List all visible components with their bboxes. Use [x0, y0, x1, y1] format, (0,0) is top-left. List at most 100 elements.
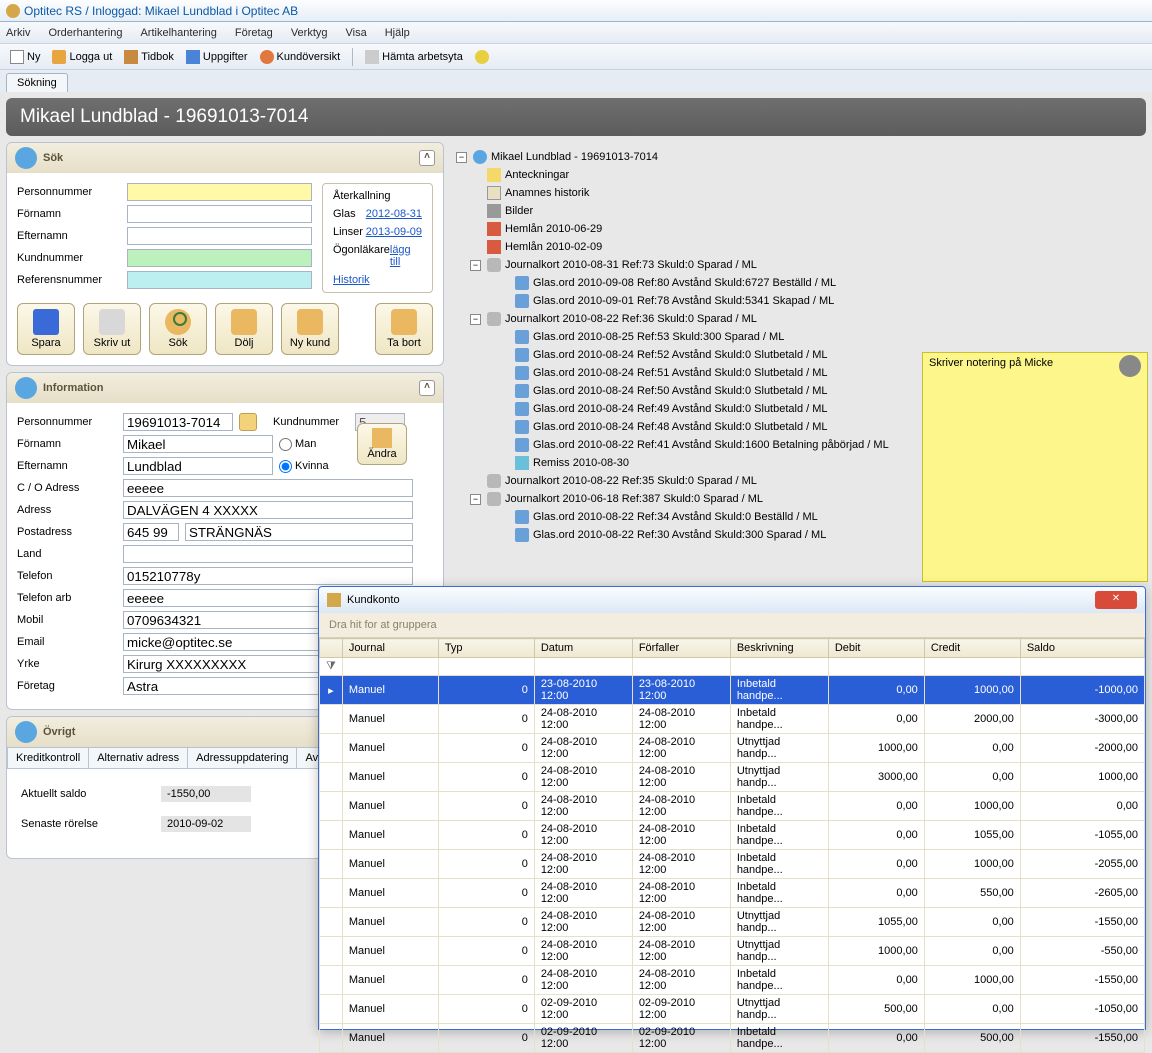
filter-cell[interactable]: [730, 658, 828, 676]
tab-sokning[interactable]: Sökning: [6, 73, 68, 92]
spara-button[interactable]: Spara: [17, 303, 75, 355]
filter-cell[interactable]: [1020, 658, 1144, 676]
col-header[interactable]: Typ: [438, 639, 534, 658]
toolbar-loggaut[interactable]: Logga ut: [48, 48, 116, 66]
info-co-input[interactable]: [123, 479, 413, 497]
ovrigt-tab-1[interactable]: Alternativ adress: [88, 747, 188, 768]
info-land-input[interactable]: [123, 545, 413, 563]
collapse-button[interactable]: ˄: [419, 150, 435, 166]
menu-visa[interactable]: Visa: [346, 27, 367, 39]
expander-icon[interactable]: −: [470, 314, 481, 325]
tree-node[interactable]: −Mikael Lundblad - 19691013-7014: [456, 148, 1140, 166]
panel-info-title: Information: [43, 382, 104, 394]
info-adress-input[interactable]: [123, 501, 413, 519]
toolbar-pin[interactable]: [471, 48, 493, 66]
ovrigt-tab-0[interactable]: Kreditkontroll: [7, 747, 89, 768]
grid-row[interactable]: Manuel024-08-2010 12:0024-08-2010 12:00I…: [320, 705, 1145, 734]
grid-row[interactable]: Manuel002-09-2010 12:0002-09-2010 12:00U…: [320, 995, 1145, 1024]
skrivut-button[interactable]: Skriv ut: [83, 303, 141, 355]
grid-row[interactable]: Manuel024-08-2010 12:0024-08-2010 12:00I…: [320, 821, 1145, 850]
col-header[interactable]: Beskrivning: [730, 639, 828, 658]
tree-node[interactable]: Hemlån 2010-06-29: [470, 220, 1140, 238]
menu-arkiv[interactable]: Arkiv: [6, 27, 30, 39]
radio-kvinna[interactable]: Kvinna: [279, 460, 329, 473]
ovrigt-tab-2[interactable]: Adressuppdatering: [187, 747, 297, 768]
info-telefon-input[interactable]: [123, 567, 413, 585]
grid-row[interactable]: Manuel024-08-2010 12:0024-08-2010 12:00U…: [320, 937, 1145, 966]
kundkonto-grid[interactable]: JournalTypDatumFörfallerBeskrivningDebit…: [319, 638, 1145, 1053]
toolbar-uppgifter[interactable]: Uppgifter: [182, 48, 252, 66]
menu-företag[interactable]: Företag: [235, 27, 273, 39]
col-header[interactable]: Debit: [828, 639, 924, 658]
expander-icon[interactable]: −: [470, 494, 481, 505]
search-referensnummer-input[interactable]: [127, 271, 312, 289]
info-ort-input[interactable]: [185, 523, 413, 541]
tree-node[interactable]: Glas.ord 2010-08-25 Ref:53 Skuld:300 Spa…: [498, 328, 1140, 346]
tabort-button[interactable]: Ta bort: [375, 303, 433, 355]
toolbar-ny[interactable]: Ny: [6, 48, 44, 66]
tree-node[interactable]: Glas.ord 2010-09-08 Ref:80 Avstånd Skuld…: [498, 274, 1140, 292]
menu-artikelhantering[interactable]: Artikelhantering: [140, 27, 216, 39]
grid-row[interactable]: Manuel024-08-2010 12:0024-08-2010 12:00I…: [320, 966, 1145, 995]
close-button[interactable]: ✕: [1095, 591, 1137, 609]
filter-cell[interactable]: [632, 658, 730, 676]
aterk-glas-link[interactable]: 2012-08-31: [366, 208, 422, 220]
grid-row[interactable]: Manuel024-08-2010 12:0024-08-2010 12:00U…: [320, 763, 1145, 792]
filter-cell[interactable]: [438, 658, 534, 676]
col-header[interactable]: Datum: [534, 639, 632, 658]
glas-icon: [515, 528, 529, 542]
col-header[interactable]: Journal: [342, 639, 438, 658]
grid-row[interactable]: Manuel024-08-2010 12:0024-08-2010 12:00U…: [320, 734, 1145, 763]
aterk-ogon-link[interactable]: lägg till: [390, 244, 422, 268]
lock-icon[interactable]: [239, 413, 257, 431]
tree-node[interactable]: Anteckningar: [470, 166, 1140, 184]
group-hint[interactable]: Dra hit for at gruppera: [319, 613, 1145, 638]
filter-cell[interactable]: [924, 658, 1020, 676]
nykund-button[interactable]: Ny kund: [281, 303, 339, 355]
toolbar-kundöversikt[interactable]: Kundöversikt: [256, 48, 345, 66]
sok-button[interactable]: Sök: [149, 303, 207, 355]
expander-icon[interactable]: −: [456, 152, 467, 163]
dolj-button[interactable]: Dölj: [215, 303, 273, 355]
aterk-linser-link[interactable]: 2013-09-09: [366, 226, 422, 238]
info-fornamn-input[interactable]: [123, 435, 273, 453]
filter-cell[interactable]: [828, 658, 924, 676]
expander-icon[interactable]: −: [470, 260, 481, 271]
tree-node[interactable]: Anamnes historik: [470, 184, 1140, 202]
tree-node[interactable]: −Journalkort 2010-08-31 Ref:73 Skuld:0 S…: [470, 256, 1140, 274]
info-efternamn-input[interactable]: [123, 457, 273, 475]
tree-node[interactable]: Hemlån 2010-02-09: [470, 238, 1140, 256]
toolbar-tidbok[interactable]: Tidbok: [120, 48, 178, 66]
menu-hjälp[interactable]: Hjälp: [385, 27, 410, 39]
menu-verktyg[interactable]: Verktyg: [291, 27, 328, 39]
grid-row[interactable]: ▸Manuel023-08-2010 12:0023-08-2010 12:00…: [320, 676, 1145, 705]
aterk-historik-link[interactable]: Historik: [333, 274, 370, 286]
col-header[interactable]: Förfaller: [632, 639, 730, 658]
sticky-note[interactable]: Skriver notering på Micke: [922, 352, 1148, 582]
search-efternamn-input[interactable]: [127, 227, 312, 245]
tree-node[interactable]: Bilder: [470, 202, 1140, 220]
tree-node[interactable]: −Journalkort 2010-08-22 Ref:36 Skuld:0 S…: [470, 310, 1140, 328]
grid-row[interactable]: Manuel024-08-2010 12:0024-08-2010 12:00I…: [320, 879, 1145, 908]
col-header[interactable]: Credit: [924, 639, 1020, 658]
search-personnummer-input[interactable]: [127, 183, 312, 201]
grid-row[interactable]: Manuel024-08-2010 12:0024-08-2010 12:00U…: [320, 908, 1145, 937]
grid-row[interactable]: Manuel024-08-2010 12:0024-08-2010 12:00I…: [320, 850, 1145, 879]
toolbar-hämtaarbetsyta[interactable]: Hämta arbetsyta: [361, 48, 467, 66]
andra-button[interactable]: Ändra: [357, 423, 407, 465]
filter-cell[interactable]: [342, 658, 438, 676]
info-personnummer-input[interactable]: [123, 413, 233, 431]
search-kundnummer-input[interactable]: [127, 249, 312, 267]
menu-orderhantering[interactable]: Orderhantering: [48, 27, 122, 39]
col-header[interactable]: Saldo: [1020, 639, 1144, 658]
info-postnr-input[interactable]: [123, 523, 179, 541]
grid-row[interactable]: Manuel002-09-2010 12:0002-09-2010 12:00I…: [320, 1024, 1145, 1053]
radio-man[interactable]: Man: [279, 438, 316, 451]
search-fornamn-input[interactable]: [127, 205, 312, 223]
dialog-titlebar[interactable]: Kundkonto ✕: [319, 587, 1145, 613]
filter-cell[interactable]: [534, 658, 632, 676]
collapse-button[interactable]: ˄: [419, 380, 435, 396]
grid-row[interactable]: Manuel024-08-2010 12:0024-08-2010 12:00I…: [320, 792, 1145, 821]
tree-node[interactable]: Glas.ord 2010-09-01 Ref:78 Avstånd Skuld…: [498, 292, 1140, 310]
filter-icon[interactable]: ⧩: [320, 658, 343, 676]
